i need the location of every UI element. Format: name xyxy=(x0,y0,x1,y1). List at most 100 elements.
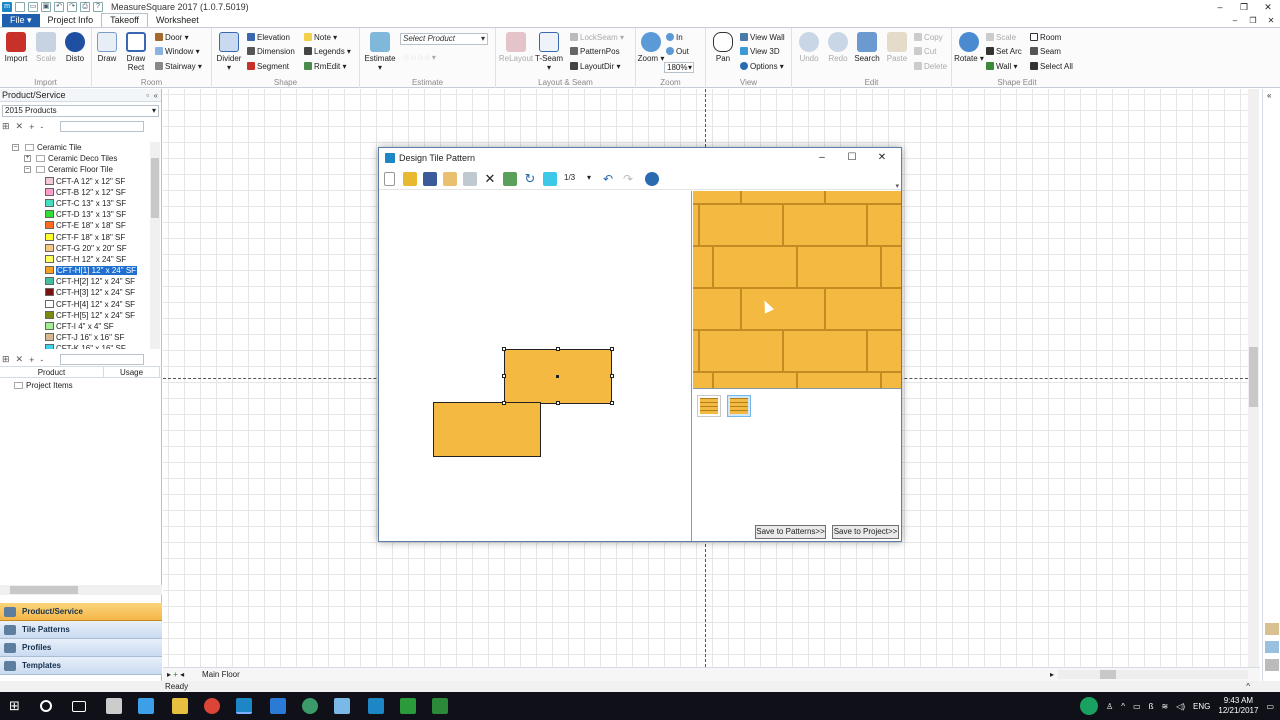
resize-handle[interactable] xyxy=(502,347,506,351)
product-item[interactable]: CFT-G 20" x 20" SF xyxy=(0,243,150,254)
tile[interactable] xyxy=(433,402,541,457)
view-3d-button[interactable]: View 3D xyxy=(740,46,780,58)
panel-horizontal-scrollbar[interactable] xyxy=(0,585,162,595)
save-pattern-icon[interactable] xyxy=(423,172,437,186)
pin-icon[interactable]: ▫ xyxy=(146,91,149,100)
expand-right-icon[interactable]: « xyxy=(1267,91,1271,100)
save-to-patterns-button[interactable]: Save to Patterns>> xyxy=(755,525,826,539)
language-indicator[interactable]: ENG xyxy=(1193,702,1210,711)
rotate-tile-icon[interactable]: ↻ xyxy=(523,172,537,186)
product-item[interactable]: CFT-D 13" x 13" SF xyxy=(0,209,150,220)
open-icon[interactable]: ▭ xyxy=(28,2,38,12)
project-add-icon[interactable]: ⊞ xyxy=(2,354,10,365)
minimize-icon[interactable]: – xyxy=(1208,0,1232,14)
app-green-icon[interactable] xyxy=(400,698,416,714)
layer-back-icon[interactable]: ◂ xyxy=(180,670,184,679)
resize-handle[interactable] xyxy=(610,374,614,378)
network-icon[interactable]: ▭ xyxy=(1133,702,1141,711)
delete-button[interactable]: Delete xyxy=(914,61,947,73)
tree-search-input[interactable] xyxy=(60,121,144,132)
redo-icon[interactable]: ↷ xyxy=(67,2,77,12)
app-logo-icon[interactable]: m xyxy=(2,2,12,12)
nav-tab-templates[interactable]: Templates xyxy=(0,657,162,675)
wall-button[interactable]: Wall ▾ xyxy=(986,61,1018,73)
relayout-button[interactable]: ReLayout xyxy=(498,32,534,63)
estimate-button[interactable]: Estimate ▾ xyxy=(362,32,398,72)
undo-button[interactable]: Undo xyxy=(794,32,824,63)
draw-button[interactable]: Draw xyxy=(92,32,122,63)
measuresquare-taskbar-icon[interactable] xyxy=(236,698,252,714)
resize-handle[interactable] xyxy=(610,401,614,405)
chrome-icon[interactable] xyxy=(204,698,220,714)
resize-handle[interactable] xyxy=(556,401,560,405)
expand-icon[interactable]: + xyxy=(24,155,31,163)
decrease-icon[interactable]: - xyxy=(40,122,43,132)
app-x-icon[interactable] xyxy=(270,698,286,714)
tab-project-info[interactable]: Project Info xyxy=(40,14,102,27)
dialog-close-icon[interactable]: ✕ xyxy=(867,148,897,168)
new-pattern-icon[interactable] xyxy=(384,172,395,186)
page-dropdown-icon[interactable]: ▾ xyxy=(587,173,591,182)
product-item[interactable]: CFT-H[4] 12" x 24" SF xyxy=(0,299,150,310)
stairway-button[interactable]: Stairway ▾ xyxy=(155,61,202,73)
window-button[interactable]: Window ▾ xyxy=(155,46,200,58)
search-circle-icon[interactable] xyxy=(40,700,52,712)
person-icon[interactable]: ♙ xyxy=(1106,702,1113,711)
zoom-out-button[interactable]: Out xyxy=(666,46,689,58)
canvas-hscroll-thumb[interactable] xyxy=(1100,670,1116,679)
volume-icon[interactable]: ◁) xyxy=(1176,702,1185,711)
seam-button[interactable]: Seam xyxy=(1030,46,1061,58)
tab-worksheet[interactable]: Worksheet xyxy=(148,14,207,27)
column-product[interactable]: Product xyxy=(0,367,104,377)
disto-button[interactable]: Disto xyxy=(60,32,90,63)
notifications-icon[interactable]: ▭ xyxy=(1266,702,1274,711)
collapse-tree-icon[interactable]: – xyxy=(12,144,19,151)
print-icon[interactable]: ⎙ xyxy=(80,2,90,12)
increase-icon[interactable]: + xyxy=(29,122,34,132)
product-item[interactable]: CFT-K 16" x 16" SF xyxy=(0,343,150,349)
pattern-preview[interactable] xyxy=(693,191,901,388)
app-c-icon[interactable] xyxy=(432,698,448,714)
globe-icon[interactable] xyxy=(645,172,659,186)
product-item[interactable]: CFT-H[5] 12" x 24" SF xyxy=(0,310,150,321)
save-to-project-button[interactable]: Save to Project>> xyxy=(832,525,899,539)
legends-button[interactable]: Legends ▾ xyxy=(304,46,351,58)
segment-button[interactable]: Segment xyxy=(247,61,289,73)
file-menu[interactable]: File ▾ xyxy=(2,14,40,27)
product-set-dropdown[interactable]: 2015 Products xyxy=(2,105,159,117)
clock[interactable]: 9:43 AM 12/21/2017 xyxy=(1218,696,1258,716)
dialog-title-bar[interactable]: Design Tile Pattern – ☐ ✕ xyxy=(379,148,901,168)
explorer-icon[interactable] xyxy=(138,698,154,714)
app-swirl-icon[interactable] xyxy=(302,698,318,714)
resize-handle[interactable] xyxy=(502,374,506,378)
product-item[interactable]: CFT-H[1] 12" x 24" SF xyxy=(0,265,150,276)
status-collapse-icon[interactable]: ^ xyxy=(1246,681,1250,692)
set-arc-button[interactable]: Set Arc xyxy=(986,46,1022,58)
grid-pattern-icon[interactable] xyxy=(443,172,457,186)
store-icon[interactable] xyxy=(106,698,122,714)
divider-button[interactable]: Divider ▾ xyxy=(214,32,244,72)
restore-icon[interactable]: ❐ xyxy=(1232,0,1256,14)
help-icon[interactable]: ? xyxy=(93,2,103,12)
tool-palette-icon[interactable] xyxy=(1265,623,1279,635)
scale-shape-button[interactable]: Scale xyxy=(986,32,1016,44)
column-usage[interactable]: Usage xyxy=(104,367,160,377)
layer-tab-main-floor[interactable]: Main Floor xyxy=(202,668,240,681)
zoom-button[interactable]: Zoom ▾ xyxy=(636,32,666,63)
pattern-thumbnail-selected[interactable] xyxy=(727,395,751,417)
nav-tab-product-service[interactable]: Product/Service xyxy=(0,603,162,621)
nav-tab-tile-patterns[interactable]: Tile Patterns xyxy=(0,621,162,639)
dialog-redo-icon[interactable]: ↷ xyxy=(621,172,635,186)
elevation-button[interactable]: Elevation xyxy=(247,32,290,44)
scale-button[interactable]: Scale xyxy=(31,32,61,63)
note-button[interactable]: Note ▾ xyxy=(304,32,337,44)
preview-options-icon[interactable]: ▾ xyxy=(895,182,899,190)
canvas-vscroll-thumb[interactable] xyxy=(1249,347,1258,407)
redo-button[interactable]: Redo xyxy=(823,32,853,63)
category-node[interactable]: – Ceramic Tile xyxy=(0,142,150,153)
add-layer-icon[interactable]: + xyxy=(173,670,178,679)
resize-handle[interactable] xyxy=(502,401,506,405)
pattern-thumbnail[interactable] xyxy=(697,395,721,417)
tree-scrollbar[interactable] xyxy=(150,142,160,349)
dialog-maximize-icon[interactable]: ☐ xyxy=(837,148,867,168)
